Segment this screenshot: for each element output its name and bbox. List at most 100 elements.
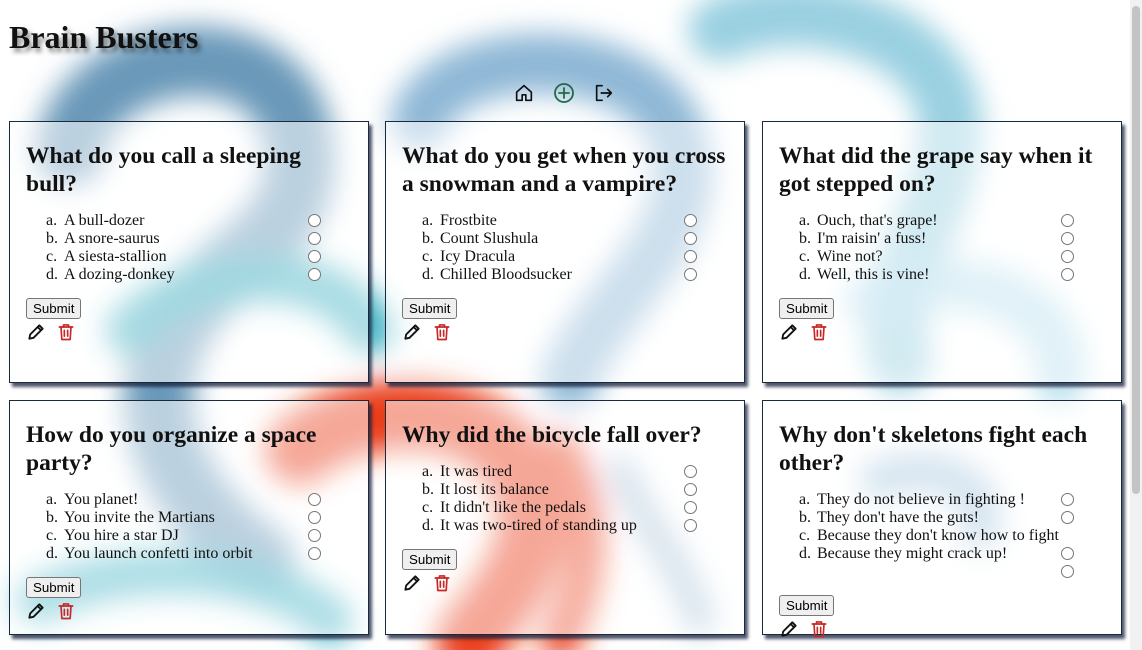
- answer-option: a. Frostbite: [402, 212, 728, 230]
- home-button[interactable]: [512, 81, 536, 105]
- answer-option: d. Well, this is vine!: [779, 266, 1105, 284]
- add-question-button[interactable]: [552, 81, 576, 105]
- submit-button[interactable]: Submit: [26, 577, 82, 598]
- answer-text: Count Slushula: [440, 230, 539, 247]
- card-actions: [402, 573, 728, 599]
- answer-list: a. They do not believe in fighting ! b. The…: [779, 491, 1105, 581]
- logout-button[interactable]: [592, 81, 616, 105]
- answer-radio[interactable]: [308, 250, 321, 263]
- pencil-icon[interactable]: [402, 322, 422, 342]
- answer-option: c. Wine not?: [779, 248, 1105, 266]
- answer-radio[interactable]: [308, 268, 321, 281]
- card-actions: [26, 601, 352, 627]
- answer-letter: c.: [46, 527, 58, 544]
- answer-radio[interactable]: [684, 501, 697, 514]
- answer-option: b. A snore-saurus: [26, 230, 352, 248]
- answer-text: Because they might crack up!: [817, 545, 1008, 562]
- pencil-icon[interactable]: [779, 322, 799, 342]
- answer-text: Frostbite: [440, 212, 497, 229]
- answer-option: a. You planet!: [26, 491, 352, 509]
- submit-button[interactable]: Submit: [779, 595, 835, 616]
- answer-radio[interactable]: [308, 493, 321, 506]
- answer-letter: b.: [422, 481, 434, 498]
- answer-radio[interactable]: [684, 232, 697, 245]
- answer-text: Well, this is vine!: [817, 266, 930, 283]
- question-card-3: What did the grape say when it got stepp…: [762, 121, 1122, 383]
- answer-letter: a.: [799, 491, 811, 508]
- answer-text: You launch confetti into orbit: [64, 545, 253, 562]
- pencil-icon[interactable]: [402, 573, 422, 593]
- answer-option: a. It was tired: [402, 463, 728, 481]
- trash-icon[interactable]: [432, 573, 452, 593]
- card-actions: [779, 322, 1105, 348]
- question-title: Why did the bicycle fall over?: [402, 422, 702, 448]
- submit-button[interactable]: Submit: [779, 298, 835, 319]
- answer-radio[interactable]: [308, 547, 321, 560]
- answer-option: [779, 563, 1105, 581]
- answer-radio[interactable]: [684, 214, 697, 227]
- answer-option: b. I'm raisin' a fuss!: [779, 230, 1105, 248]
- scrollbar-thumb[interactable]: [1132, 6, 1140, 494]
- submit-button[interactable]: Submit: [26, 298, 82, 319]
- question-title: What did the grape say when it got stepp…: [779, 143, 1093, 197]
- answer-text: You hire a star DJ: [64, 527, 179, 544]
- trash-icon[interactable]: [56, 322, 76, 342]
- question-title: Why don't skeletons fight each other?: [779, 422, 1088, 476]
- answer-letter: d.: [799, 545, 811, 562]
- question-title: What do you get when you cross a snowman…: [402, 143, 726, 197]
- answer-radio[interactable]: [684, 268, 697, 281]
- app-title: Brain Busters: [9, 19, 199, 55]
- card-actions: [26, 322, 352, 348]
- question-card-4: How do you organize a space party? a. You…: [9, 400, 369, 635]
- pencil-icon[interactable]: [26, 601, 46, 621]
- question-card-2: What do you get when you cross a snowman…: [385, 121, 745, 383]
- answer-letter: d.: [422, 517, 434, 534]
- question-card-5: Why did the bicycle fall over? a. It was …: [385, 400, 745, 635]
- answer-letter: d.: [46, 266, 58, 283]
- answer-text: It lost its balance: [440, 481, 549, 498]
- answer-option: b. They don't have the guts!: [779, 509, 1105, 527]
- trash-icon[interactable]: [432, 322, 452, 342]
- answer-text: You invite the Martians: [64, 509, 215, 526]
- answer-text: It was tired: [440, 463, 512, 480]
- answer-option: d. Chilled Bloodsucker: [402, 266, 728, 284]
- trash-icon[interactable]: [809, 619, 829, 639]
- answer-letter: d.: [46, 545, 58, 562]
- answer-radio[interactable]: [308, 529, 321, 542]
- answer-radio[interactable]: [1061, 214, 1074, 227]
- pencil-icon[interactable]: [779, 619, 799, 639]
- answer-radio[interactable]: [1061, 493, 1074, 506]
- submit-button[interactable]: Submit: [402, 549, 458, 570]
- answer-text: Ouch, that's grape!: [817, 212, 938, 229]
- answer-radio[interactable]: [1061, 268, 1074, 281]
- answer-letter: b.: [46, 230, 58, 247]
- answer-radio[interactable]: [1061, 250, 1074, 263]
- answer-letter: b.: [46, 509, 58, 526]
- answer-radio[interactable]: [308, 214, 321, 227]
- trash-icon[interactable]: [809, 322, 829, 342]
- answer-radio[interactable]: [684, 483, 697, 496]
- answer-list: a. Frostbite b. Count Slushula c. Icy Dracula…: [402, 212, 728, 284]
- answer-option: c. A siesta-stallion: [26, 248, 352, 266]
- answer-option: a. Ouch, that's grape!: [779, 212, 1105, 230]
- answer-letter: a.: [422, 212, 434, 229]
- pencil-icon[interactable]: [26, 322, 46, 342]
- answer-radio[interactable]: [308, 232, 321, 245]
- answer-radio[interactable]: [684, 465, 697, 478]
- answer-option: c. Because they don't know how to fight: [779, 527, 1105, 545]
- trash-icon[interactable]: [56, 601, 76, 621]
- answer-radio[interactable]: [684, 250, 697, 263]
- answer-radio[interactable]: [684, 519, 697, 532]
- answer-radio[interactable]: [308, 511, 321, 524]
- answer-text: Wine not?: [817, 248, 883, 265]
- submit-button[interactable]: Submit: [402, 298, 458, 319]
- answer-list: a. You planet! b. You invite the Martians c.…: [26, 491, 352, 563]
- answer-radio[interactable]: [1061, 565, 1074, 578]
- top-nav: [512, 80, 616, 106]
- answer-list: a. It was tired b. It lost its balance c. It …: [402, 463, 728, 535]
- answer-radio[interactable]: [1061, 232, 1074, 245]
- logout-icon: [595, 84, 613, 102]
- answer-radio[interactable]: [1061, 511, 1074, 524]
- answer-radio[interactable]: [1061, 547, 1074, 560]
- answer-list: a. Ouch, that's grape! b. I'm raisin' a fus…: [779, 212, 1105, 284]
